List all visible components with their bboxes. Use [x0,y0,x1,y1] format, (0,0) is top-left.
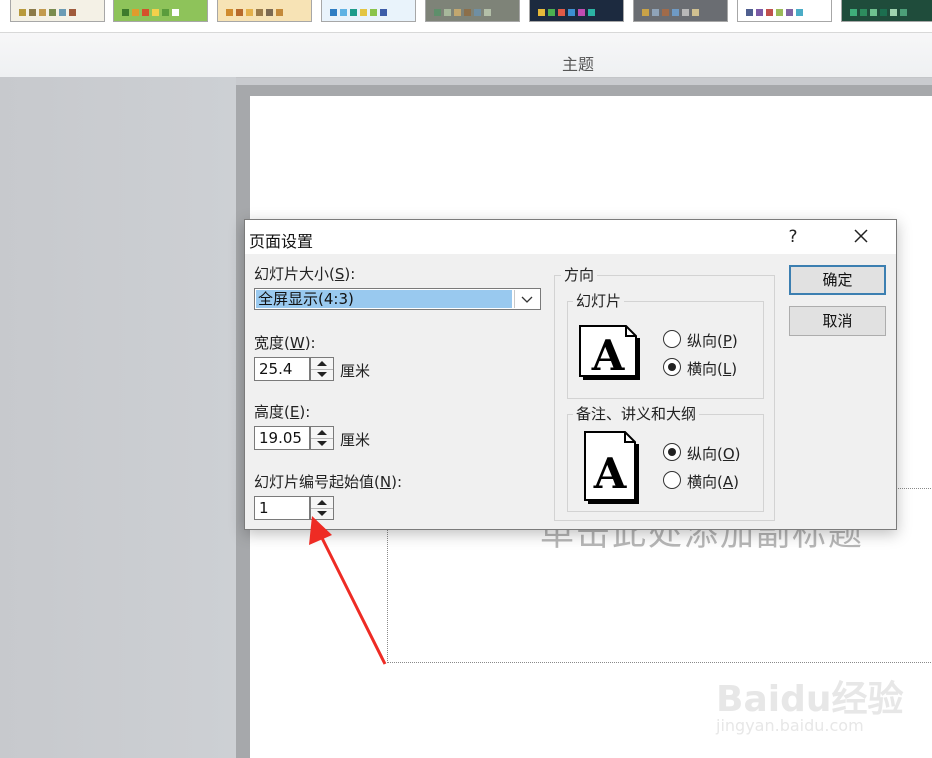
annotation-arrow [309,516,387,665]
